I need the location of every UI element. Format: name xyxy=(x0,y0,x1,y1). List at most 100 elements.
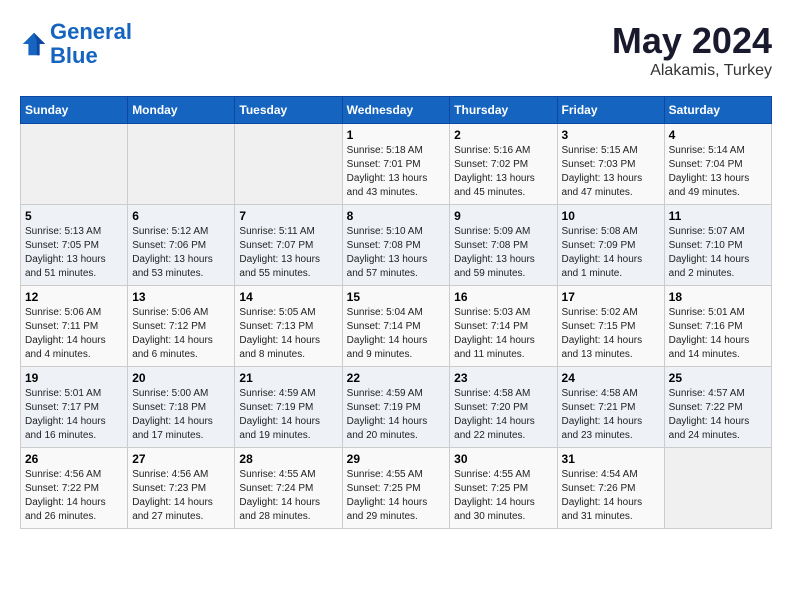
calendar-week-row: 12Sunrise: 5:06 AMSunset: 7:11 PMDayligh… xyxy=(21,286,772,367)
day-number: 20 xyxy=(132,371,230,385)
calendar-cell: 28 Sunrise: 4:55 AMSunset: 7:24 PMDayligh… xyxy=(235,448,342,529)
day-detail: Sunrise: 4:55 AMSunset: 7:24 PMDaylight:… xyxy=(239,468,337,524)
day-detail: Sunrise: 5:00 AMSunset: 7:18 PMDaylight:… xyxy=(132,387,230,443)
day-detail: Sunrise: 5:18 AMSunset: 7:01 PMDaylight:… xyxy=(347,144,446,200)
calendar-cell: 5 Sunrise: 5:13 AMSunset: 7:05 PMDaylight… xyxy=(21,205,128,286)
day-detail: Sunrise: 5:13 AMSunset: 7:05 PMDaylight:… xyxy=(25,225,123,281)
day-number: 5 xyxy=(25,209,123,223)
weekday-header: Tuesday xyxy=(235,97,342,124)
day-number: 29 xyxy=(347,452,446,466)
calendar-week-row: 26 Sunrise: 4:56 AMSunset: 7:22 PMDayligh… xyxy=(21,448,772,529)
title-block: May 2024 Alakamis, Turkey xyxy=(612,20,772,80)
calendar-cell xyxy=(235,124,342,205)
calendar-cell: 9 Sunrise: 5:09 AMSunset: 7:08 PMDaylight… xyxy=(450,205,557,286)
calendar-cell: 12Sunrise: 5:06 AMSunset: 7:11 PMDayligh… xyxy=(21,286,128,367)
day-number: 26 xyxy=(25,452,123,466)
weekday-header: Friday xyxy=(557,97,664,124)
calendar-cell: 4Sunrise: 5:14 AMSunset: 7:04 PMDaylight… xyxy=(664,124,771,205)
calendar-cell: 10 Sunrise: 5:08 AMSunset: 7:09 PMDayligh… xyxy=(557,205,664,286)
weekday-header: Sunday xyxy=(21,97,128,124)
day-number: 2 xyxy=(454,128,552,142)
day-detail: Sunrise: 4:54 AMSunset: 7:26 PMDaylight:… xyxy=(562,468,660,524)
calendar-cell xyxy=(21,124,128,205)
calendar-cell: 13 Sunrise: 5:06 AMSunset: 7:12 PMDayligh… xyxy=(128,286,235,367)
weekday-header: Wednesday xyxy=(342,97,450,124)
day-detail: Sunrise: 4:56 AMSunset: 7:23 PMDaylight:… xyxy=(132,468,230,524)
calendar-cell: 24 Sunrise: 4:58 AMSunset: 7:21 PMDayligh… xyxy=(557,367,664,448)
calendar-cell: 16 Sunrise: 5:03 AMSunset: 7:14 PMDayligh… xyxy=(450,286,557,367)
calendar-cell: 3 Sunrise: 5:15 AMSunset: 7:03 PMDaylight… xyxy=(557,124,664,205)
calendar-cell: 18Sunrise: 5:01 AMSunset: 7:16 PMDayligh… xyxy=(664,286,771,367)
calendar-cell: 31 Sunrise: 4:54 AMSunset: 7:26 PMDayligh… xyxy=(557,448,664,529)
day-number: 14 xyxy=(239,290,337,304)
day-detail: Sunrise: 5:07 AMSunset: 7:10 PMDaylight:… xyxy=(669,225,767,281)
day-number: 23 xyxy=(454,371,552,385)
day-number: 11 xyxy=(669,209,767,223)
day-number: 28 xyxy=(239,452,337,466)
day-number: 3 xyxy=(562,128,660,142)
day-number: 25 xyxy=(669,371,767,385)
day-number: 1 xyxy=(347,128,446,142)
calendar-cell: 7 Sunrise: 5:11 AMSunset: 7:07 PMDaylight… xyxy=(235,205,342,286)
calendar-cell: 22 Sunrise: 4:59 AMSunset: 7:19 PMDayligh… xyxy=(342,367,450,448)
calendar-cell: 19Sunrise: 5:01 AMSunset: 7:17 PMDayligh… xyxy=(21,367,128,448)
logo: GeneralBlue xyxy=(20,20,132,68)
day-number: 21 xyxy=(239,371,337,385)
calendar-week-row: 19Sunrise: 5:01 AMSunset: 7:17 PMDayligh… xyxy=(21,367,772,448)
calendar-cell: 30 Sunrise: 4:55 AMSunset: 7:25 PMDayligh… xyxy=(450,448,557,529)
day-detail: Sunrise: 5:11 AMSunset: 7:07 PMDaylight:… xyxy=(239,225,337,281)
day-detail: Sunrise: 5:01 AMSunset: 7:17 PMDaylight:… xyxy=(25,387,123,443)
weekday-header: Thursday xyxy=(450,97,557,124)
day-detail: Sunrise: 5:02 AMSunset: 7:15 PMDaylight:… xyxy=(562,306,660,362)
day-number: 9 xyxy=(454,209,552,223)
day-detail: Sunrise: 5:16 AMSunset: 7:02 PMDaylight:… xyxy=(454,144,552,200)
calendar-cell: 20 Sunrise: 5:00 AMSunset: 7:18 PMDayligh… xyxy=(128,367,235,448)
day-number: 15 xyxy=(347,290,446,304)
calendar-cell: 11 Sunrise: 5:07 AMSunset: 7:10 PMDayligh… xyxy=(664,205,771,286)
day-detail: Sunrise: 5:05 AMSunset: 7:13 PMDaylight:… xyxy=(239,306,337,362)
logo-text: GeneralBlue xyxy=(50,20,132,68)
weekday-header-row: SundayMondayTuesdayWednesdayThursdayFrid… xyxy=(21,97,772,124)
logo-icon xyxy=(20,30,48,58)
calendar-cell: 1 Sunrise: 5:18 AMSunset: 7:01 PMDaylight… xyxy=(342,124,450,205)
page-header: GeneralBlue May 2024 Alakamis, Turkey xyxy=(20,20,772,80)
day-detail: Sunrise: 4:56 AMSunset: 7:22 PMDaylight:… xyxy=(25,468,123,524)
day-detail: Sunrise: 5:15 AMSunset: 7:03 PMDaylight:… xyxy=(562,144,660,200)
day-number: 6 xyxy=(132,209,230,223)
day-detail: Sunrise: 5:08 AMSunset: 7:09 PMDaylight:… xyxy=(562,225,660,281)
calendar-table: SundayMondayTuesdayWednesdayThursdayFrid… xyxy=(20,96,772,529)
day-detail: Sunrise: 5:06 AMSunset: 7:11 PMDaylight:… xyxy=(25,306,123,362)
calendar-cell: 25Sunrise: 4:57 AMSunset: 7:22 PMDayligh… xyxy=(664,367,771,448)
calendar-cell xyxy=(664,448,771,529)
day-detail: Sunrise: 5:12 AMSunset: 7:06 PMDaylight:… xyxy=(132,225,230,281)
main-title: May 2024 xyxy=(612,20,772,62)
day-detail: Sunrise: 5:03 AMSunset: 7:14 PMDaylight:… xyxy=(454,306,552,362)
day-number: 7 xyxy=(239,209,337,223)
day-number: 16 xyxy=(454,290,552,304)
day-detail: Sunrise: 4:55 AMSunset: 7:25 PMDaylight:… xyxy=(454,468,552,524)
day-number: 17 xyxy=(562,290,660,304)
day-number: 27 xyxy=(132,452,230,466)
day-detail: Sunrise: 4:55 AMSunset: 7:25 PMDaylight:… xyxy=(347,468,446,524)
calendar-cell: 29 Sunrise: 4:55 AMSunset: 7:25 PMDayligh… xyxy=(342,448,450,529)
day-detail: Sunrise: 4:59 AMSunset: 7:19 PMDaylight:… xyxy=(347,387,446,443)
day-number: 13 xyxy=(132,290,230,304)
day-detail: Sunrise: 4:58 AMSunset: 7:21 PMDaylight:… xyxy=(562,387,660,443)
day-number: 24 xyxy=(562,371,660,385)
calendar-cell: 14 Sunrise: 5:05 AMSunset: 7:13 PMDayligh… xyxy=(235,286,342,367)
day-detail: Sunrise: 4:59 AMSunset: 7:19 PMDaylight:… xyxy=(239,387,337,443)
day-detail: Sunrise: 4:58 AMSunset: 7:20 PMDaylight:… xyxy=(454,387,552,443)
day-number: 22 xyxy=(347,371,446,385)
day-detail: Sunrise: 5:04 AMSunset: 7:14 PMDaylight:… xyxy=(347,306,446,362)
day-number: 4 xyxy=(669,128,767,142)
day-detail: Sunrise: 5:10 AMSunset: 7:08 PMDaylight:… xyxy=(347,225,446,281)
calendar-cell: 26 Sunrise: 4:56 AMSunset: 7:22 PMDayligh… xyxy=(21,448,128,529)
day-detail: Sunrise: 5:06 AMSunset: 7:12 PMDaylight:… xyxy=(132,306,230,362)
day-number: 30 xyxy=(454,452,552,466)
calendar-cell: 2 Sunrise: 5:16 AMSunset: 7:02 PMDaylight… xyxy=(450,124,557,205)
calendar-cell: 21 Sunrise: 4:59 AMSunset: 7:19 PMDayligh… xyxy=(235,367,342,448)
calendar-week-row: 5 Sunrise: 5:13 AMSunset: 7:05 PMDaylight… xyxy=(21,205,772,286)
day-number: 31 xyxy=(562,452,660,466)
day-detail: Sunrise: 5:09 AMSunset: 7:08 PMDaylight:… xyxy=(454,225,552,281)
day-number: 10 xyxy=(562,209,660,223)
